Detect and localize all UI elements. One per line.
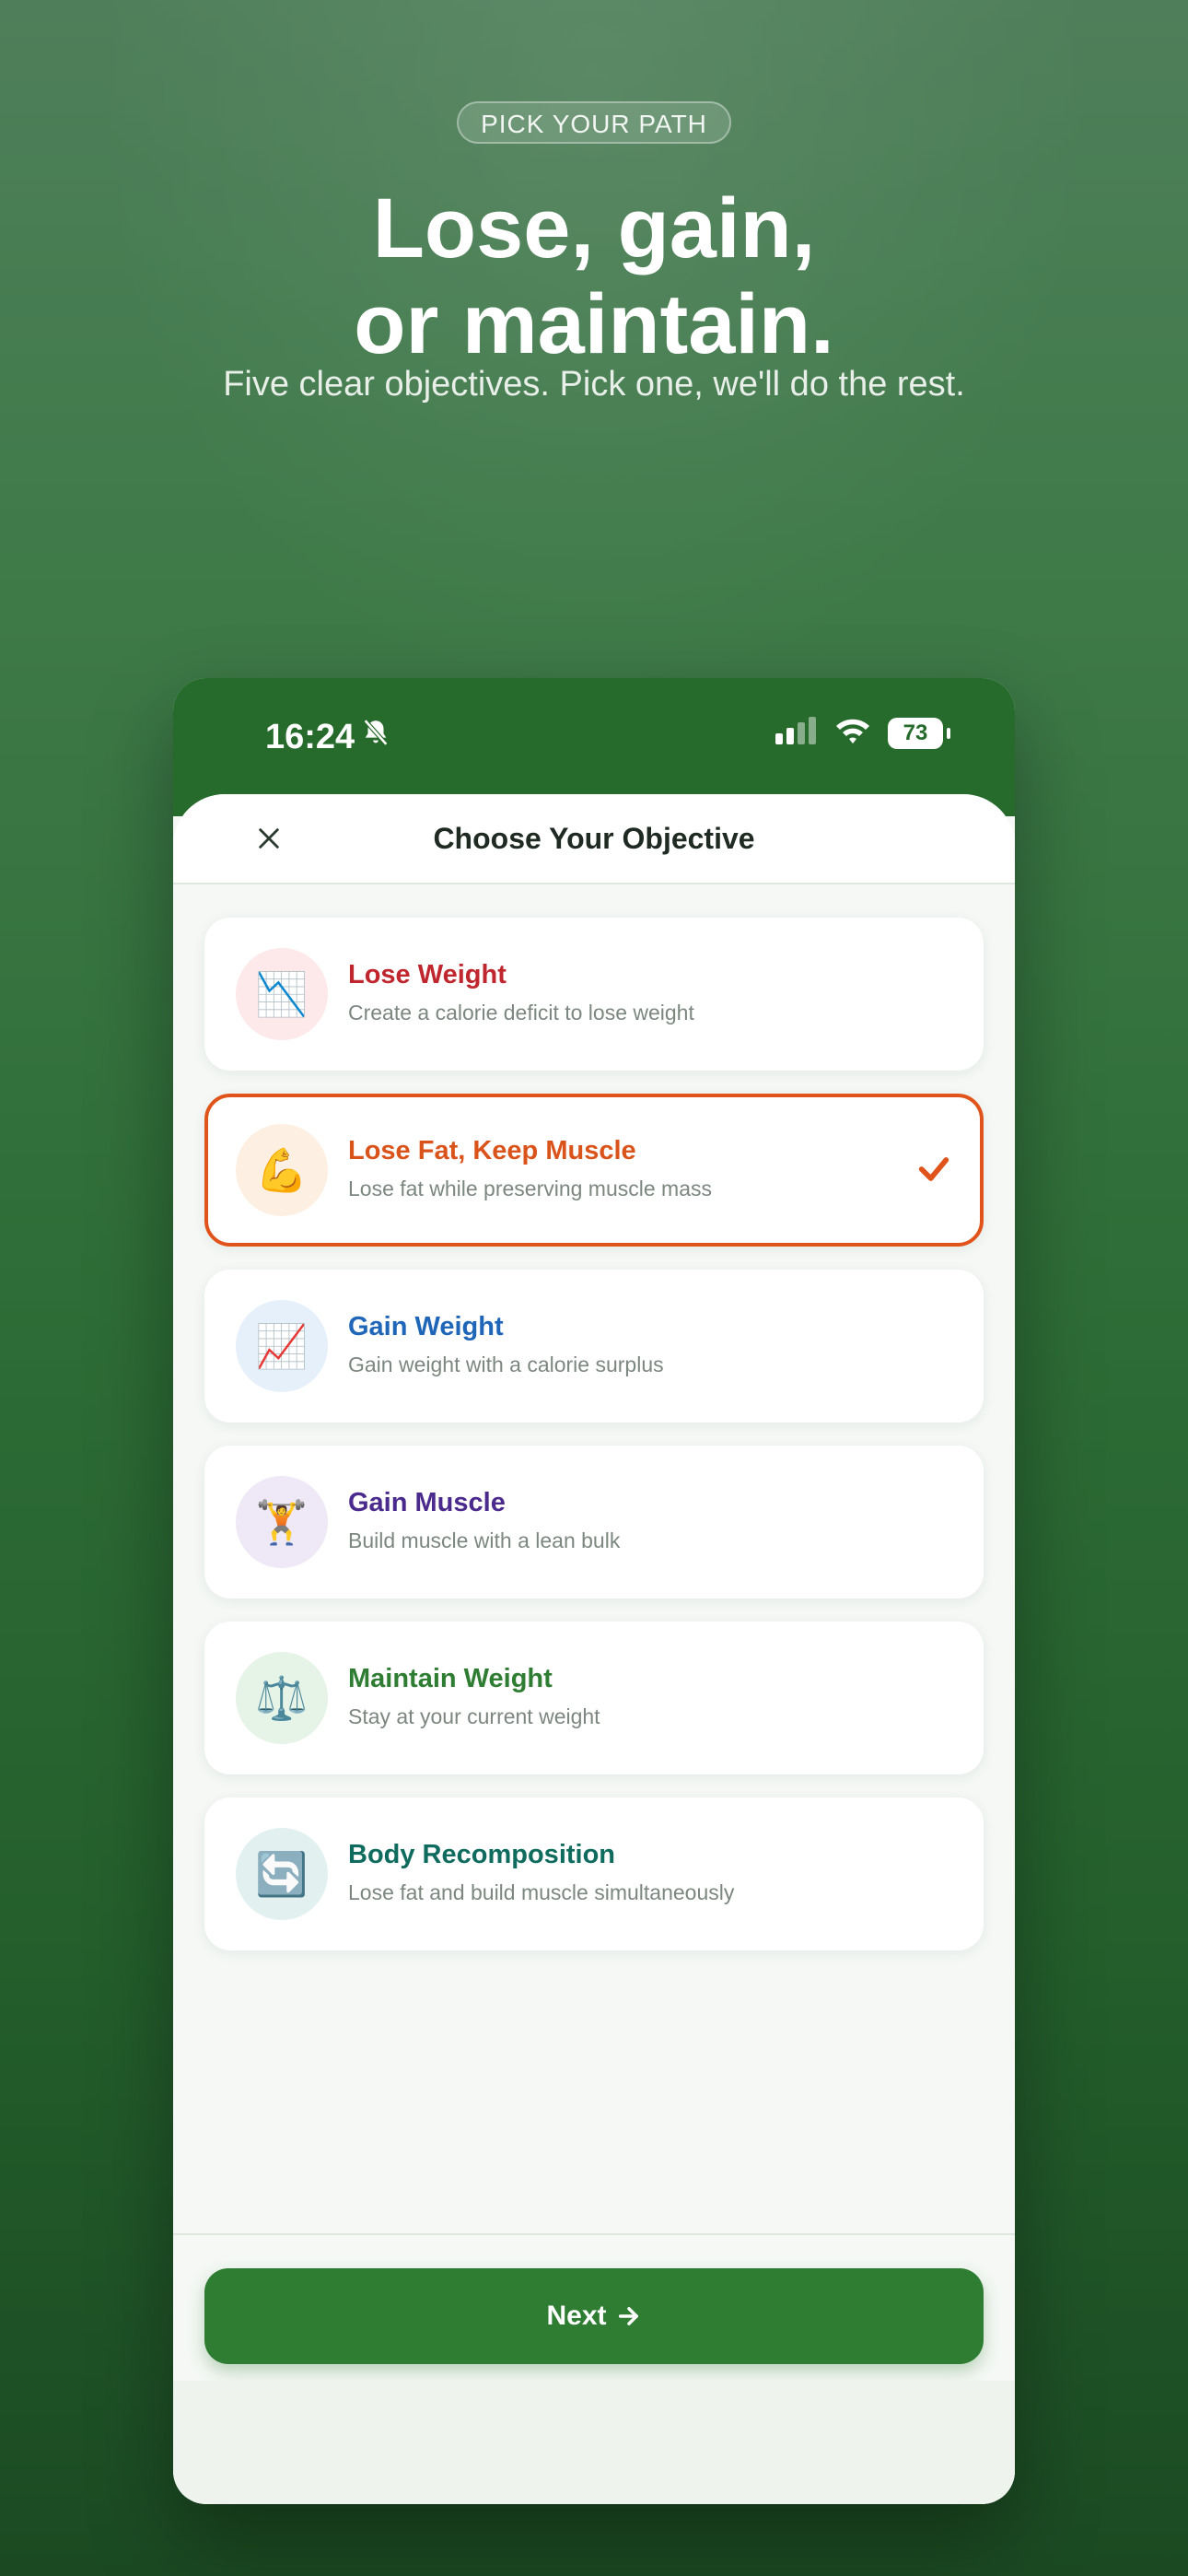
objective-title: Lose Fat, Keep Muscle [348, 1136, 636, 1165]
status-time: 16:24 [265, 717, 355, 756]
footer-divider [173, 2233, 1015, 2235]
balance-scale-icon: ⚖️ [236, 1652, 328, 1744]
objective-title: Maintain Weight [348, 1664, 553, 1693]
objective-description: Stay at your current weight [348, 1704, 600, 1728]
objective-title: Body Recomposition [348, 1840, 616, 1869]
next-label: Next [546, 2301, 607, 2331]
phone-mockup: 16:24 73 Choose Your Objective 📉 Lose We… [173, 678, 1015, 2504]
hero-headline: Lose, gain, or maintain. [0, 181, 1188, 372]
weightlifter-icon: 🏋️ [236, 1476, 328, 1568]
objective-title: Lose Weight [348, 960, 507, 989]
section-pill: PICK YOUR PATH [457, 101, 731, 144]
headline-line-2: or maintain. [354, 277, 834, 371]
objective-card[interactable]: 📉 Lose Weight Create a calorie deficit to … [204, 918, 984, 1071]
status-time-group: 16:24 [265, 717, 391, 757]
chart-decreasing-icon: 📉 [236, 948, 328, 1040]
next-button[interactable]: Next [204, 2268, 984, 2364]
status-icons: 73 [775, 717, 950, 749]
headline-line-1: Lose, gain, [372, 181, 816, 275]
objective-description: Build muscle with a lean bulk [348, 1528, 621, 1552]
objective-card[interactable]: ⚖️ Maintain Weight Stay at your current we… [204, 1622, 984, 1774]
sheet-header: Choose Your Objective [173, 794, 1015, 884]
arrow-right-icon [618, 2307, 638, 2325]
refresh-arrows-icon: 🔄 [236, 1828, 328, 1920]
objective-title: Gain Weight [348, 1312, 504, 1341]
objective-sheet: Choose Your Objective 📉 Lose Weight Create… [173, 794, 1015, 2504]
battery-icon: 73 [888, 717, 950, 749]
objective-card[interactable]: 🏋️ Gain Muscle Build muscle with a lean bu… [204, 1446, 984, 1598]
chart-increasing-icon: 📈 [236, 1300, 328, 1392]
objective-description: Create a calorie deficit to lose weight [348, 1001, 694, 1025]
objective-description: Lose fat and build muscle simultaneously [348, 1880, 735, 1904]
home-indicator-area [173, 2381, 1015, 2504]
hero-subtitle: Five clear objectives. Pick one, we'll d… [223, 365, 965, 404]
objective-card[interactable]: 🔄 Body Recomposition Lose fat and build mu… [204, 1797, 984, 1950]
objective-title: Gain Muscle [348, 1488, 506, 1517]
objective-card[interactable]: 💪 Lose Fat, Keep Muscle Lose fat while pre… [204, 1094, 984, 1247]
checkmark-icon [918, 1157, 949, 1181]
wifi-icon [834, 717, 871, 749]
flexed-biceps-icon: 💪 [236, 1124, 328, 1216]
objective-description: Lose fat while preserving muscle mass [348, 1177, 712, 1200]
objective-card[interactable]: 📈 Gain Weight Gain weight with a calorie s… [204, 1270, 984, 1423]
bell-slash-icon [360, 717, 391, 757]
signal-icon [775, 717, 818, 749]
objective-description: Gain weight with a calorie surplus [348, 1352, 664, 1376]
sheet-title: Choose Your Objective [433, 822, 755, 855]
